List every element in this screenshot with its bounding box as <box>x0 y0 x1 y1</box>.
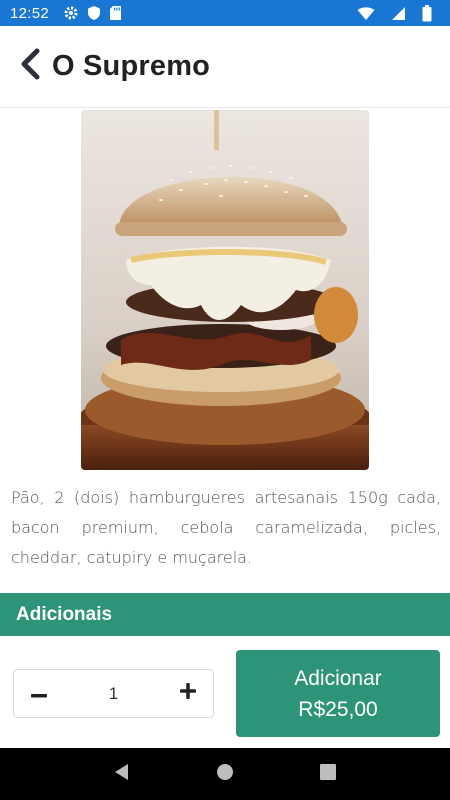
shield-icon <box>87 5 101 21</box>
status-bar: 12:52 <box>0 0 450 26</box>
nav-back-button[interactable] <box>107 759 137 789</box>
add-button-price: R$25,00 <box>298 697 378 721</box>
back-button[interactable] <box>14 47 46 87</box>
app-bar: O Supremo <box>0 26 450 108</box>
product-description: Pão, 2 (dois) hamburgueres artesanais 15… <box>11 488 441 567</box>
product-image <box>81 110 369 470</box>
minus-icon <box>31 685 47 703</box>
add-to-order-button[interactable]: Adicionar R$25,00 <box>236 650 440 737</box>
quantity-stepper: 1 <box>13 669 214 718</box>
status-time: 12:52 <box>10 4 50 22</box>
nav-recents-button[interactable] <box>313 759 343 789</box>
status-right-icons <box>357 4 440 22</box>
signal-icon <box>391 6 406 21</box>
add-button-label: Adicionar <box>294 666 382 690</box>
navigation-bar <box>0 748 450 800</box>
nav-home-button[interactable] <box>210 759 240 789</box>
chevron-left-icon <box>19 48 41 85</box>
increment-button[interactable] <box>177 683 199 705</box>
recents-nav-icon <box>320 763 337 785</box>
decrement-button[interactable] <box>28 683 50 705</box>
adicionais-label: Adicionais <box>16 603 113 625</box>
home-nav-icon <box>216 763 234 786</box>
sd-card-icon <box>109 5 122 21</box>
battery-icon <box>422 4 432 22</box>
wifi-icon <box>357 6 375 21</box>
plus-icon <box>180 683 196 704</box>
gear-icon <box>63 5 79 21</box>
adicionais-section-header[interactable]: Adicionais <box>0 593 450 636</box>
page-title: O Supremo <box>52 50 211 82</box>
back-nav-icon <box>113 763 131 786</box>
quantity-value: 1 <box>108 683 119 703</box>
